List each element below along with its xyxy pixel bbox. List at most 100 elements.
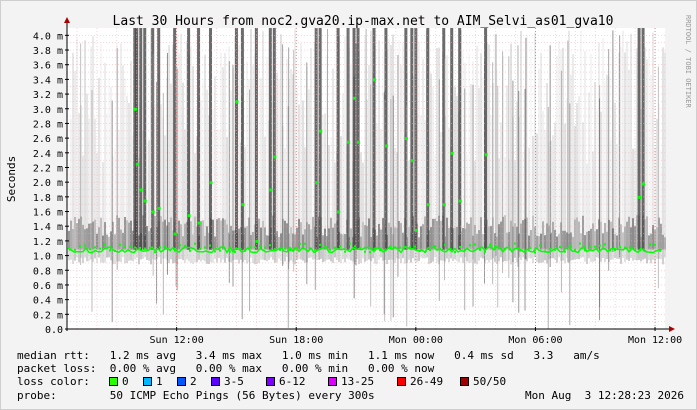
median-point [459, 245, 461, 248]
median-spike-point [404, 137, 408, 141]
median-point [124, 246, 126, 249]
median-point [204, 246, 206, 249]
median-spike-point [642, 182, 646, 186]
y-tick-label: 1.6 m [33, 208, 63, 219]
median-point [254, 246, 256, 249]
loss-swatch-3-5 [211, 377, 220, 386]
median-spike-point [372, 78, 376, 82]
median-point [269, 244, 271, 247]
y-tick-label: 3.2 m [33, 90, 63, 101]
median-point [259, 244, 261, 247]
median-point [169, 248, 171, 251]
loss-legend-item: 26-49 [410, 375, 444, 388]
median-point [354, 245, 356, 248]
y-tick-label: 0.6 m [33, 281, 63, 292]
y-tick-label: 2.0 m [33, 178, 63, 189]
y-tick-label: 2.2 m [33, 163, 63, 174]
median-point [334, 246, 336, 249]
median-spike-point [241, 203, 245, 207]
median-point [199, 247, 201, 250]
median-point [509, 248, 511, 251]
median-point [619, 245, 621, 248]
median-point [424, 250, 426, 253]
median-spike-point [442, 203, 446, 207]
median-point [234, 250, 236, 253]
median-spike-point [384, 144, 388, 148]
median-point [364, 250, 366, 253]
median-point [79, 245, 81, 248]
median-point [469, 244, 471, 247]
median-point [134, 246, 136, 249]
median-point [144, 247, 146, 250]
median-point [589, 246, 591, 249]
median-point [454, 251, 456, 254]
y-tick-label: 3.6 m [33, 61, 63, 72]
loss-swatch-26-49 [397, 377, 406, 386]
median-spike-point [133, 107, 137, 111]
y-tick-label: 1.2 m [33, 237, 63, 248]
median-point [184, 244, 186, 247]
median-point [414, 245, 416, 248]
x-tick-label: Mon 06:00 [508, 335, 562, 346]
y-tick-label: 3.4 m [33, 75, 63, 86]
median-point [359, 247, 361, 250]
median-point [119, 243, 121, 246]
median-point [289, 249, 291, 252]
median-point [319, 243, 321, 246]
loss-legend-label: loss color: [17, 375, 90, 388]
median-spike-point [157, 206, 161, 210]
median-point [579, 242, 581, 245]
median-point [299, 242, 301, 245]
y-tick-label: 0.4 m [33, 296, 63, 307]
y-tick-label: 1.8 m [33, 193, 63, 204]
y-tick-label: 0.2 m [33, 310, 63, 321]
median-point [544, 250, 546, 253]
median-point [384, 249, 386, 252]
median-point [629, 246, 631, 249]
median-point [464, 249, 466, 252]
y-tick-label: 2.4 m [33, 149, 63, 160]
median-point [449, 248, 451, 251]
median-point [484, 250, 486, 253]
graph-timestamp: Mon Aug 3 12:28:23 2026 [525, 389, 684, 402]
median-point [154, 251, 156, 254]
median-point [264, 246, 266, 249]
median-point [229, 250, 231, 253]
loss-legend-item: 50/50 [473, 375, 507, 388]
median-point [224, 247, 226, 250]
median-point [399, 246, 401, 249]
median-point [614, 249, 616, 252]
median-spike-point [135, 162, 139, 166]
median-point [564, 250, 566, 253]
median-point [109, 249, 111, 252]
median-point [504, 247, 506, 250]
median-point [489, 243, 491, 246]
median-point [639, 249, 641, 252]
median-point [549, 248, 551, 251]
median-spike-point [187, 214, 191, 218]
median-point [189, 249, 191, 252]
median-spike-point [255, 239, 259, 243]
median-point [479, 248, 481, 251]
y-tick-label: 2.8 m [33, 119, 63, 130]
median-point [429, 249, 431, 252]
y-tick-label: 0.8 m [33, 266, 63, 277]
y-tick-label: 0.0 [45, 325, 63, 336]
median-point [569, 244, 571, 247]
median-point [104, 243, 106, 246]
x-tick-label: Sun 12:00 [150, 335, 204, 346]
loss-swatch-0 [109, 377, 118, 386]
median-spike-point [337, 210, 341, 214]
median-point [314, 248, 316, 251]
median-point [274, 248, 276, 251]
median-point [369, 251, 371, 254]
median-point [604, 243, 606, 246]
rrdtool-watermark: RRDTOOL / TOBI OETIKER [684, 15, 692, 109]
median-point [309, 247, 311, 250]
median-point [284, 246, 286, 249]
median-spike-point [426, 203, 430, 207]
loss-legend-item: 3-5 [224, 375, 244, 388]
median-spike-point [197, 221, 201, 225]
median-point [339, 245, 341, 248]
y-axis-label: Seconds [5, 156, 18, 202]
